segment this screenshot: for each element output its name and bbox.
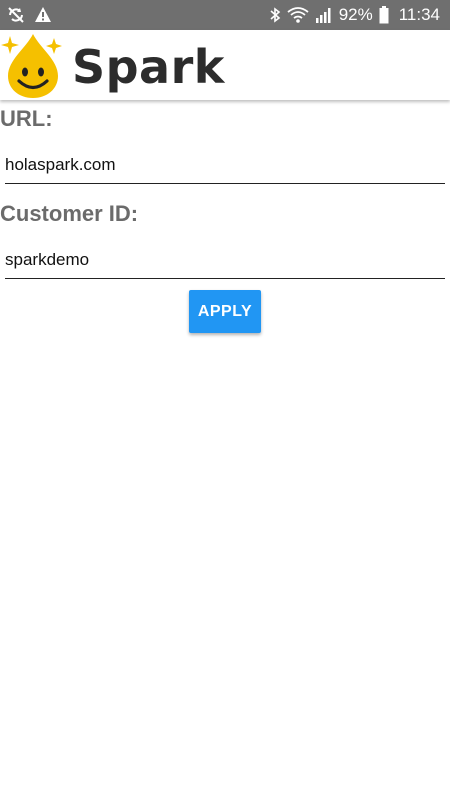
customer-id-label: Customer ID:: [0, 201, 139, 226]
battery-icon: [379, 6, 389, 24]
warning-icon: [34, 6, 52, 24]
customer-id-input[interactable]: [5, 242, 445, 279]
status-left-icons: [6, 5, 52, 25]
clock: 11:34: [398, 5, 440, 24]
url-input[interactable]: [5, 147, 445, 184]
url-label: URL:: [0, 106, 53, 131]
app-header: Spark: [0, 30, 450, 100]
battery-percent: 92%: [338, 5, 373, 24]
sync-off-icon: [6, 5, 26, 25]
signal-icon: [315, 7, 331, 23]
smiling-drop-icon: [0, 30, 68, 105]
wifi-icon: [287, 6, 309, 24]
apply-button[interactable]: APPLY: [189, 290, 261, 333]
status-right-icons: 92% 11:34: [269, 0, 440, 30]
bluetooth-icon: [269, 6, 281, 24]
app-title: Spark: [72, 40, 225, 94]
status-bar: 92% 11:34: [0, 0, 450, 30]
